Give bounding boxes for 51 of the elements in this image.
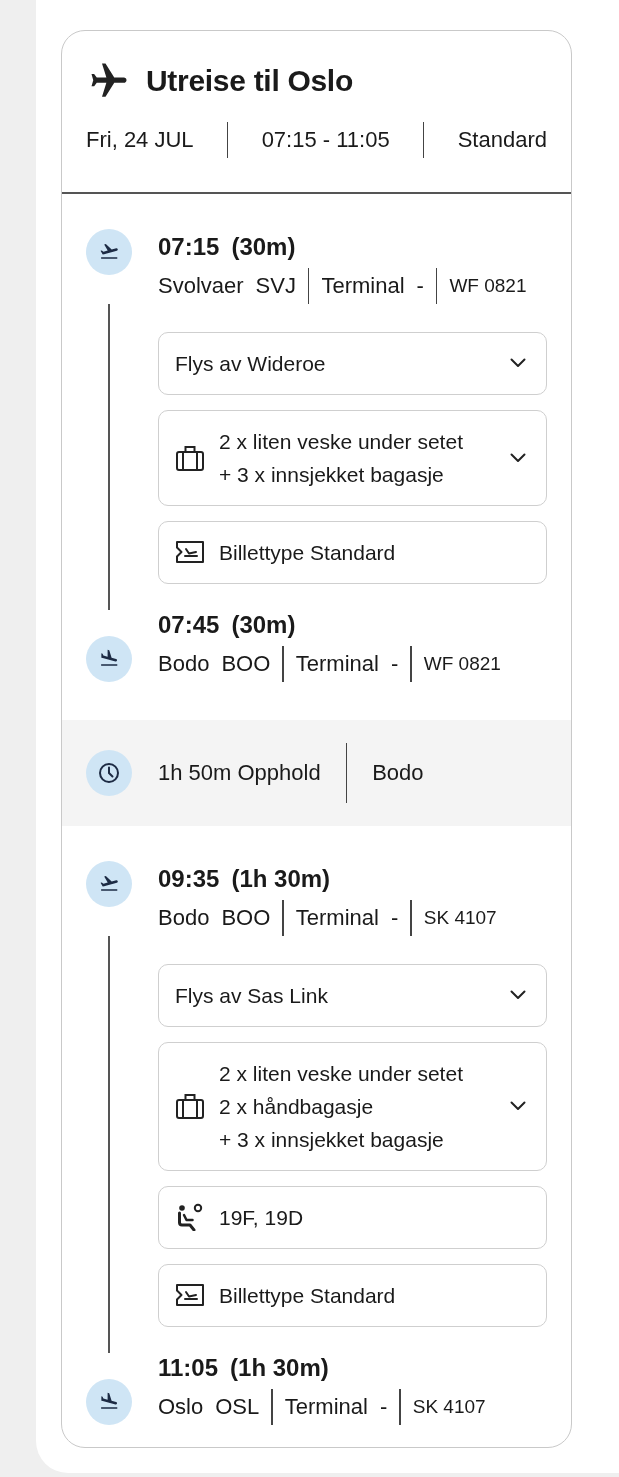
airline-dropdown[interactable]: Flys av Sas Link — [158, 963, 547, 1027]
terminal-value: - — [416, 271, 424, 300]
airport-code: BOO — [221, 649, 271, 678]
suitcase-icon — [175, 443, 205, 472]
landing-icon — [86, 1378, 132, 1425]
airport-name: Svolvaer — [158, 271, 244, 300]
flight-number: WF 0821 — [449, 273, 527, 298]
arrival-time: 11:05 — [158, 1352, 219, 1383]
takeoff-icon — [86, 228, 132, 275]
trip-time-range: 07:15 - 11:05 — [261, 126, 390, 154]
departure-time: 07:15 — [158, 231, 220, 262]
terminal-label: Terminal — [284, 1392, 368, 1421]
terminal-label: Terminal — [295, 649, 379, 678]
airport-name: Bodo — [158, 649, 210, 678]
flight-duration: (1h 30m) — [230, 1352, 329, 1383]
flight-duration: (30m) — [231, 609, 296, 640]
terminal-value: - — [390, 649, 399, 678]
takeoff-icon — [86, 860, 132, 907]
flight-duration: (1h 30m) — [231, 863, 331, 894]
departure-time: 09:35 — [158, 863, 220, 894]
airport-code: OSL — [215, 1392, 260, 1421]
flight-number: WF 0821 — [423, 651, 501, 676]
seat-icon — [175, 1203, 205, 1231]
terminal-label: Terminal — [295, 903, 379, 932]
flight-number: SK 4107 — [423, 905, 497, 930]
trip-date: Fri, 24 JUL — [86, 126, 194, 154]
baggage-dropdown[interactable]: 2 x liten veske under setet + 3 x innsjekket bagasje — [158, 409, 547, 506]
trip-title: Utreise til Oslo — [146, 63, 353, 99]
terminal-value: - — [390, 903, 399, 932]
fare-type: Standard — [457, 126, 547, 154]
flight-duration: (30m) — [231, 231, 296, 262]
ticket-icon — [175, 538, 205, 566]
arrival-time: 07:45 — [158, 609, 220, 640]
ticket-icon — [175, 1281, 205, 1309]
ticket-type-text: Billettype Standard — [219, 539, 397, 566]
airport-name: Oslo — [158, 1392, 204, 1421]
landing-icon — [86, 635, 132, 682]
terminal-value: - — [379, 1392, 388, 1421]
flight-number: SK 4107 — [412, 1394, 486, 1419]
airport-name: Bodo — [158, 903, 210, 932]
layover-duration: 1h 50m Opphold — [158, 758, 321, 787]
baggage-dropdown[interactable]: 2 x liten veske under setet 2 x håndbagasje + 3 x innsjekket bagasje — [158, 1041, 547, 1171]
layover-place: Bodo — [372, 758, 424, 787]
clock-icon — [86, 749, 132, 796]
airport-code: SVJ — [255, 271, 296, 300]
suitcase-icon — [175, 1092, 205, 1120]
seat-numbers: 19F, 19D — [219, 1204, 305, 1231]
airport-code: BOO — [221, 903, 271, 932]
ticket-type-text: Billettype Standard — [219, 1282, 397, 1309]
airline-dropdown[interactable]: Flys av Wideroe — [158, 331, 547, 395]
terminal-label: Terminal — [321, 271, 405, 300]
